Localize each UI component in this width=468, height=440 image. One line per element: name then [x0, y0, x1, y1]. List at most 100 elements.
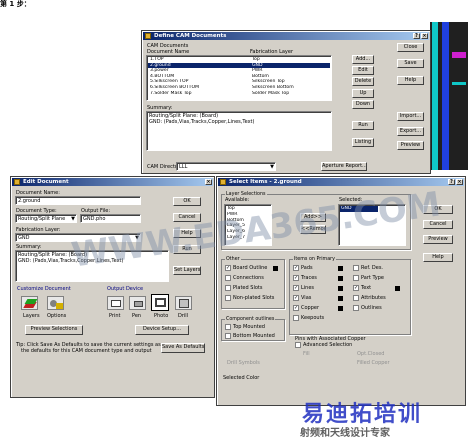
option-label: Plated Slots — [233, 285, 263, 291]
document-type-select[interactable]: Routing/Split Plane ▼ — [15, 214, 77, 223]
color-swatch[interactable] — [338, 285, 343, 291]
chevron-down-icon[interactable]: ▼ — [71, 216, 75, 222]
drill-label: Drill — [178, 313, 189, 319]
output-file-input[interactable]: GND.pho — [80, 214, 141, 223]
option-checkbox[interactable]: ✓ — [225, 265, 231, 271]
color-swatch[interactable] — [338, 265, 343, 271]
select-items-title: Select Items - 2.ground — [229, 179, 302, 185]
cam-directory-select[interactable]: LLL ▼ — [176, 162, 276, 171]
option-label: Board Outline — [233, 265, 268, 271]
option-label: Keepouts — [301, 315, 325, 321]
listing-button[interactable]: Listing — [352, 138, 374, 147]
add-button[interactable]: Add... — [352, 55, 374, 64]
available-label: Available: — [225, 197, 250, 203]
close-icon[interactable]: × — [205, 179, 212, 185]
save-as-defaults-button[interactable]: Save As Defaults — [161, 343, 205, 353]
drill-symbols-option: Drill Symbols — [227, 360, 260, 366]
ok-button[interactable]: OK — [173, 197, 201, 206]
option-checkbox[interactable] — [353, 305, 359, 311]
option-checkbox[interactable] — [353, 275, 359, 281]
define-cam-titlebar[interactable]: Define CAM Documents ? × — [143, 32, 429, 40]
watermark-subtitle: 射频和天线设计专家 — [300, 428, 390, 439]
option-label: Lines — [301, 285, 315, 291]
top-mounted-checkbox[interactable] — [225, 324, 231, 330]
option-checkbox[interactable]: ✓ — [293, 265, 299, 271]
color-swatch[interactable] — [273, 265, 278, 271]
option-checkbox[interactable]: ✓ — [293, 275, 299, 281]
app-icon — [14, 179, 20, 185]
print-icon[interactable] — [107, 296, 124, 310]
preview-selections-button[interactable]: Preview Selections — [25, 325, 83, 335]
option-checkbox[interactable] — [353, 295, 359, 301]
option-label: Part Type — [361, 275, 384, 281]
save-button[interactable]: Save — [397, 59, 424, 68]
summary-box: Routing/Split Plane: (Board) GND: (Pads,… — [146, 111, 332, 151]
option-checkbox[interactable]: ✓ — [293, 305, 299, 311]
device-setup-button[interactable]: Device Setup... — [135, 325, 189, 335]
cam-row-name: 7.Solder Mask Top — [150, 90, 192, 96]
filled-copper-option: Filled Copper — [357, 360, 390, 366]
help-title-icon[interactable]: ? — [413, 33, 420, 39]
import-button[interactable]: Import... — [397, 112, 424, 121]
export-button[interactable]: Export... — [397, 127, 424, 136]
color-swatch[interactable] — [338, 305, 343, 311]
color-swatch[interactable] — [338, 275, 343, 281]
cam-document-list[interactable]: 1.TOP Top 2.ground GND 3.power PWR 4.BOTTOM Bot… — [146, 55, 332, 101]
fabrication-layer-value: GND — [18, 235, 30, 241]
option-label: Vias — [301, 295, 312, 301]
option-checkbox[interactable] — [293, 315, 299, 321]
options-icon[interactable] — [47, 296, 64, 310]
output-device-label: Output Device — [107, 286, 144, 292]
drill-icon[interactable] — [175, 296, 192, 310]
layers-icon[interactable] — [21, 296, 38, 310]
photo-icon[interactable] — [151, 294, 169, 311]
option-label: Copper — [301, 305, 320, 311]
aperture-report-button[interactable]: Aperture Report... — [321, 162, 367, 171]
option-checkbox[interactable] — [225, 275, 231, 281]
document-name-input[interactable]: 2.ground — [15, 196, 141, 205]
color-swatch[interactable] — [395, 285, 400, 291]
pen-icon[interactable] — [129, 296, 146, 310]
close-button[interactable]: Close — [397, 43, 424, 52]
up-button[interactable]: Up — [352, 89, 374, 98]
option-label: Pads — [301, 265, 313, 271]
help-title-icon[interactable]: ? — [448, 179, 455, 185]
define-cam-dialog: Define CAM Documents ? × CAM Documents D… — [141, 30, 431, 174]
run-button[interactable]: Run — [352, 121, 374, 130]
step-label: 第 1 步： — [0, 0, 31, 8]
layers-label: Layers — [23, 313, 40, 319]
option-label: Attributes — [361, 295, 386, 301]
help-button[interactable]: Help — [423, 253, 453, 262]
print-label: Print — [109, 313, 121, 319]
summary-line: GND: (Pads,Vias,Tracks,Copper,Lines,Text… — [149, 119, 255, 125]
set-layers-button[interactable]: Set Layers... — [173, 266, 201, 275]
preview-button[interactable]: Preview — [423, 235, 453, 244]
help-button[interactable]: Help — [397, 76, 424, 85]
component-outlines-label: Component outlines — [225, 317, 276, 322]
other-label: Other — [225, 257, 241, 262]
option-label: Non-plated Slots — [233, 295, 275, 301]
preview-button[interactable]: Preview — [397, 141, 424, 150]
cam-document-row[interactable]: 7.Solder Mask Top Solder Mask Top — [148, 91, 330, 97]
option-checkbox[interactable]: ✓ — [293, 285, 299, 291]
edit-document-titlebar[interactable]: Edit Document × — [12, 178, 213, 186]
options-label: Options — [47, 313, 67, 319]
advanced-selection-checkbox[interactable] — [295, 342, 301, 348]
fill-option: Fill — [303, 351, 310, 357]
close-icon[interactable]: × — [456, 179, 463, 185]
option-checkbox[interactable] — [225, 285, 231, 291]
edit-button[interactable]: Edit — [352, 66, 374, 75]
down-button[interactable]: Down — [352, 100, 374, 109]
option-checkbox[interactable]: ✓ — [293, 295, 299, 301]
document-name-value: 2.ground — [18, 198, 41, 204]
top-mounted-label: Top Mounted — [233, 324, 265, 330]
option-checkbox[interactable] — [353, 265, 359, 271]
option-checkbox[interactable]: ✓ — [353, 285, 359, 291]
bottom-mounted-checkbox[interactable] — [225, 333, 231, 339]
close-icon[interactable]: × — [421, 33, 428, 39]
delete-button[interactable]: Delete — [352, 77, 374, 86]
color-swatch[interactable] — [338, 295, 343, 301]
option-checkbox[interactable] — [225, 295, 231, 301]
option-label: Text — [361, 285, 372, 291]
chevron-down-icon[interactable]: ▼ — [270, 164, 274, 170]
